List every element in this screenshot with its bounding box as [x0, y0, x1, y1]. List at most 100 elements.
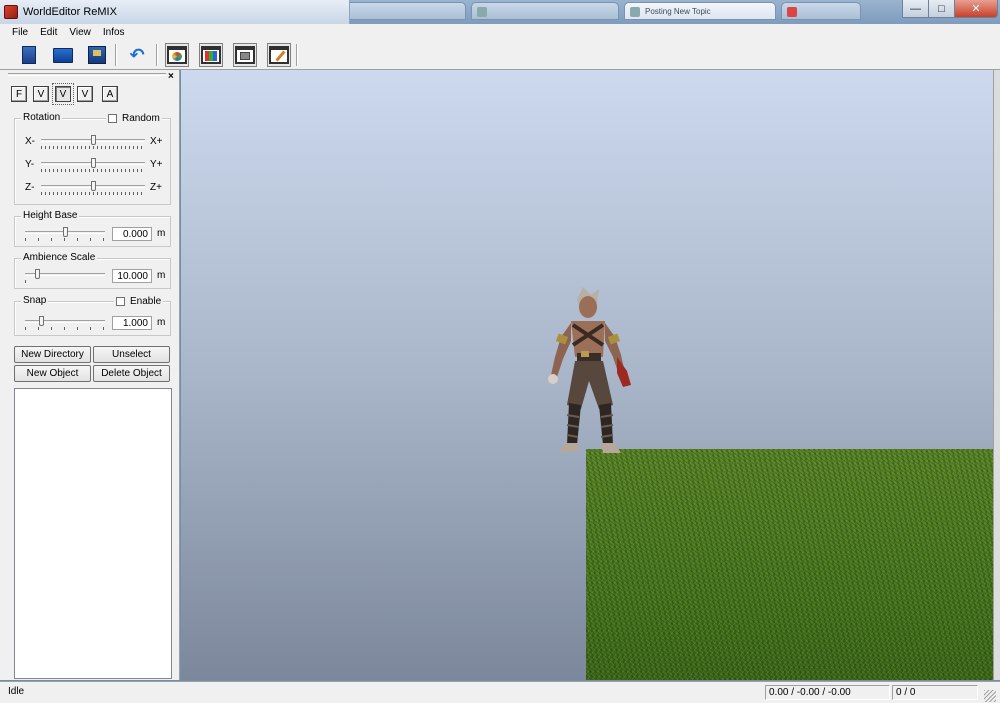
window-titlebar[interactable]: WorldEditor ReMIX	[0, 0, 350, 24]
mode-button-f[interactable]: F	[11, 86, 27, 102]
open-button[interactable]	[51, 43, 75, 67]
mode-label: A	[106, 88, 114, 100]
ambience-scale-slider[interactable]	[25, 269, 105, 283]
close-window-button[interactable]: ✕	[954, 0, 998, 18]
snap-enable-checkbox-box[interactable]	[116, 297, 125, 306]
slider-thumb[interactable]	[35, 269, 40, 279]
status-text: Idle	[8, 686, 25, 697]
app-icon	[4, 5, 18, 19]
menu-edit[interactable]: Edit	[34, 27, 63, 38]
object-tree-list[interactable]	[14, 388, 172, 679]
mode-button-v1[interactable]: V	[33, 86, 49, 102]
save-button[interactable]	[85, 43, 109, 67]
snap-title: Snap	[21, 295, 49, 306]
snap-value[interactable]: 1.000	[112, 316, 152, 330]
new-button[interactable]	[17, 43, 41, 67]
rotation-z-slider[interactable]	[41, 181, 145, 195]
y-max-label: Y+	[150, 159, 163, 170]
random-checkbox-box[interactable]	[108, 114, 117, 123]
slider-thumb[interactable]	[39, 316, 44, 326]
minimize-button[interactable]: —	[902, 0, 929, 18]
status-bar: Idle 0.00 / -0.00 / -0.00 0 / 0	[0, 681, 1000, 703]
texture-window-button[interactable]	[233, 43, 257, 67]
x-max-label: X+	[150, 136, 163, 147]
menu-infos[interactable]: Infos	[97, 27, 131, 38]
height-base-group: Height Base 0.000 m	[14, 210, 171, 247]
unselect-button[interactable]: Unselect	[93, 346, 170, 363]
menu-file[interactable]: File	[6, 27, 34, 38]
random-label: Random	[122, 113, 160, 124]
height-base-title: Height Base	[21, 210, 80, 221]
character-model[interactable]	[533, 285, 643, 465]
height-base-unit: m	[157, 228, 166, 239]
rotation-y-slider[interactable]	[41, 158, 145, 172]
z-max-label: Z+	[150, 182, 162, 193]
toolbar-separator	[115, 44, 117, 66]
mode-label: V	[37, 88, 45, 100]
menu-view[interactable]: View	[63, 27, 97, 38]
snap-slider[interactable]	[25, 316, 105, 330]
background-tab[interactable]	[471, 2, 619, 20]
height-base-value[interactable]: 0.000	[112, 227, 152, 241]
mode-button-a[interactable]: A	[102, 86, 118, 102]
minimize-icon: —	[910, 2, 921, 15]
open-folder-icon	[53, 47, 73, 63]
panel-grip[interactable]	[8, 73, 166, 76]
slider-thumb[interactable]	[91, 158, 96, 168]
mode-label: F	[15, 88, 23, 100]
selection-count: 0 / 0	[892, 685, 978, 700]
panel-close-icon[interactable]: ×	[168, 71, 174, 82]
new-object-button[interactable]: New Object	[14, 365, 91, 382]
slider-thumb[interactable]	[91, 135, 96, 145]
paint-window-icon	[269, 46, 289, 64]
slider-thumb[interactable]	[91, 181, 96, 191]
world-window-button[interactable]	[165, 43, 189, 67]
palette-window-icon	[201, 46, 221, 64]
snap-enable-checkbox[interactable]: Enable	[114, 296, 164, 307]
ambience-scale-group: Ambience Scale 10.000 m	[14, 252, 171, 289]
new-directory-button[interactable]: New Directory	[14, 346, 91, 363]
maximize-icon: □	[938, 2, 945, 15]
active-browser-tab[interactable]: Posting New Topic	[624, 2, 776, 20]
palette-window-button[interactable]	[199, 43, 223, 67]
mode-label: V	[81, 88, 89, 100]
height-base-slider[interactable]	[25, 227, 105, 241]
3d-viewport[interactable]	[181, 70, 993, 680]
background-tab[interactable]	[781, 2, 861, 20]
resize-grip-icon[interactable]	[984, 690, 996, 702]
snap-group: Snap Enable 1.000 m	[14, 295, 171, 336]
toolbar-separator	[156, 44, 158, 66]
world-window-icon	[167, 46, 187, 64]
ambience-scale-value[interactable]: 10.000	[112, 269, 152, 283]
object-panel: × F V V V A Rotation Random X- X+ Y- Y+ …	[0, 70, 180, 680]
save-icon	[88, 46, 106, 64]
mode-label: V	[59, 88, 67, 100]
tab-favicon-icon	[630, 7, 640, 17]
mode-button-v2[interactable]: V	[55, 86, 71, 102]
undo-button[interactable]: ↶	[125, 43, 149, 67]
random-checkbox[interactable]: Random	[106, 113, 162, 124]
paint-window-button[interactable]	[267, 43, 291, 67]
snap-unit: m	[157, 317, 166, 328]
ambience-scale-unit: m	[157, 270, 166, 281]
maximize-button[interactable]: □	[928, 0, 955, 18]
tab-favicon-icon	[477, 7, 487, 17]
ambience-scale-title: Ambience Scale	[21, 252, 98, 263]
rotation-x-slider[interactable]	[41, 135, 145, 149]
rotation-title: Rotation	[21, 112, 63, 123]
menu-bar: File Edit View Infos	[0, 24, 1000, 40]
undo-icon: ↶	[129, 44, 145, 65]
y-min-label: Y-	[25, 159, 35, 170]
toolbar: ↶	[0, 40, 1000, 70]
new-document-icon	[22, 46, 36, 64]
cursor-coordinates: 0.00 / -0.00 / -0.00	[765, 685, 890, 700]
z-min-label: Z-	[25, 182, 35, 193]
tab-label: Posting New Topic	[645, 7, 711, 16]
mode-button-v3[interactable]: V	[77, 86, 93, 102]
delete-object-button[interactable]: Delete Object	[93, 365, 170, 382]
grass-terrain	[586, 449, 993, 680]
x-min-label: X-	[25, 136, 35, 147]
slider-thumb[interactable]	[63, 227, 68, 237]
tab-favicon-icon	[787, 7, 797, 17]
close-icon: ✕	[971, 3, 981, 15]
